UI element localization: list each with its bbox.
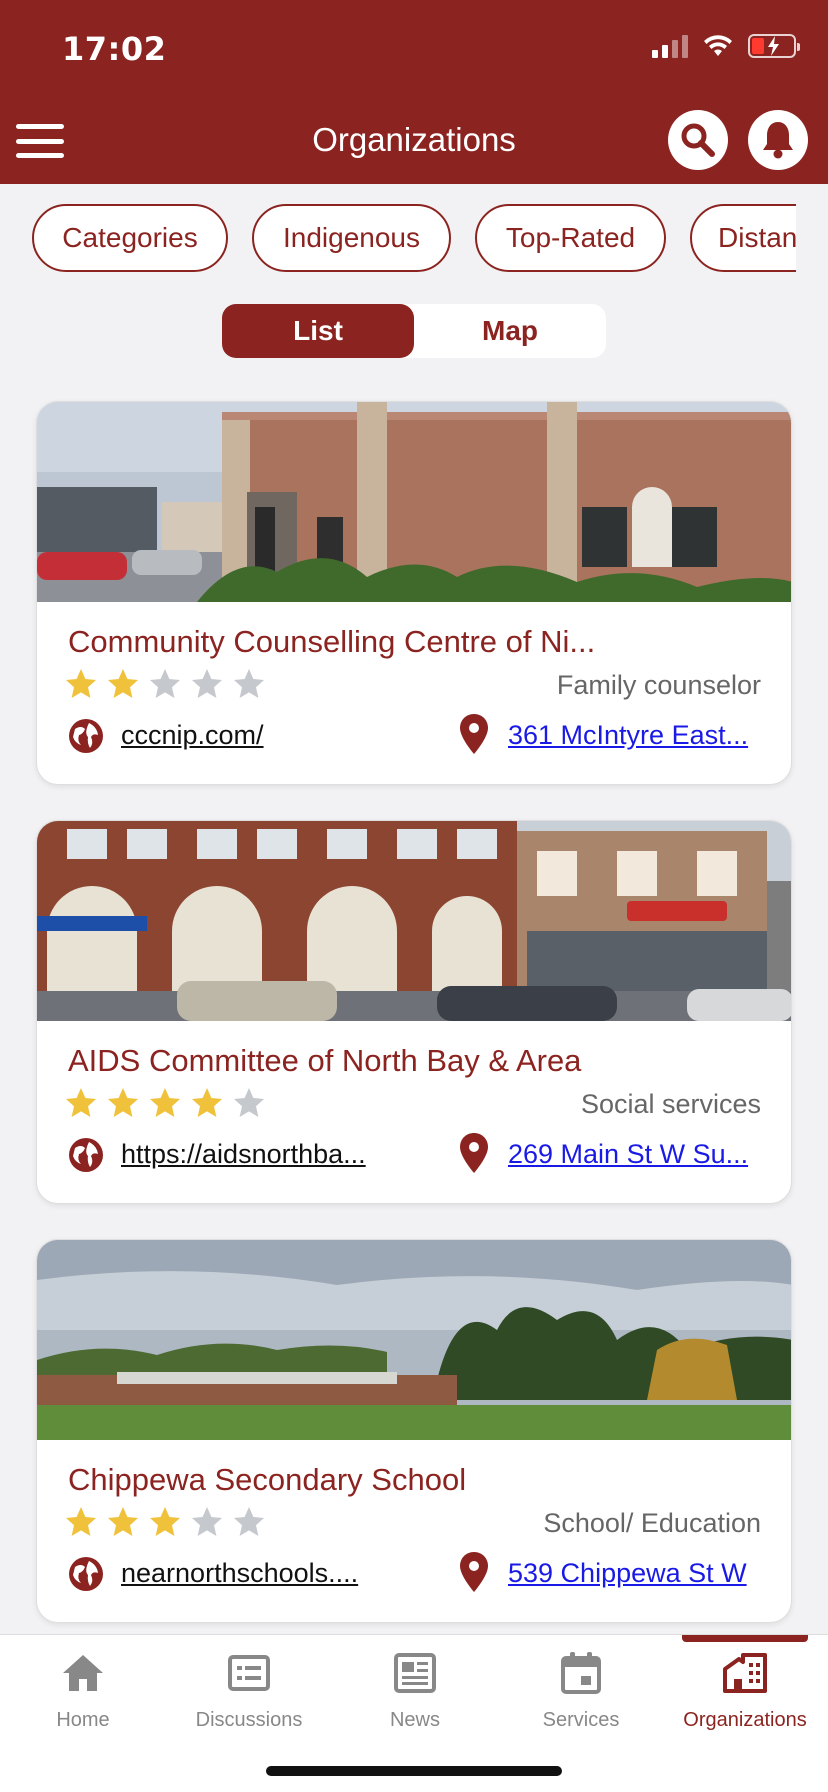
address-link[interactable]: 539 Chippewa St W — [508, 1558, 747, 1589]
home-indicator — [266, 1766, 562, 1776]
tab-label: Home — [56, 1709, 110, 1731]
organization-card[interactable]: Community Counselling Centre of Ni... Fa… — [36, 401, 792, 785]
star-filled-icon — [150, 1088, 180, 1117]
map-view-button[interactable]: Map — [414, 304, 606, 358]
globe-icon — [69, 1138, 103, 1172]
cellular-signal-icon — [652, 34, 688, 58]
location-pin-icon — [460, 1552, 488, 1592]
globe-icon — [69, 719, 103, 753]
website-link[interactable]: https://aidsnorthba... — [121, 1139, 366, 1170]
star-empty-icon — [192, 669, 222, 698]
search-icon — [681, 123, 715, 157]
star-filled-icon — [108, 669, 138, 698]
buildings-icon — [723, 1653, 767, 1693]
location-pin-icon — [460, 1133, 488, 1173]
star-filled-icon — [150, 1507, 180, 1536]
tab-services[interactable]: Services — [498, 1635, 664, 1755]
star-empty-icon — [150, 669, 180, 698]
address-link[interactable]: 269 Main St W Su... — [508, 1139, 748, 1170]
star-filled-icon — [66, 1507, 96, 1536]
organization-photo — [37, 402, 791, 602]
wifi-icon — [704, 35, 732, 56]
filter-chip-categories[interactable]: Categories — [32, 204, 228, 272]
star-empty-icon — [234, 1507, 264, 1536]
star-filled-icon — [108, 1088, 138, 1117]
star-filled-icon — [192, 1088, 222, 1117]
star-empty-icon — [192, 1507, 222, 1536]
organization-photo — [37, 1240, 791, 1440]
star-filled-icon — [66, 1088, 96, 1117]
calendar-icon — [561, 1652, 601, 1694]
rating-stars — [65, 1087, 265, 1119]
location-pin-icon — [460, 714, 488, 754]
star-empty-icon — [234, 1088, 264, 1117]
discussions-icon — [228, 1655, 270, 1691]
organization-name[interactable]: Community Counselling Centre of Ni... — [68, 624, 768, 660]
tab-label: Services — [542, 1709, 620, 1731]
star-filled-icon — [108, 1507, 138, 1536]
organization-category: Social services — [580, 1089, 761, 1119]
tab-label: Discussions — [195, 1709, 303, 1731]
tab-organizations[interactable]: Organizations — [662, 1635, 828, 1755]
rating-stars — [65, 1506, 265, 1538]
tab-discussions[interactable]: Discussions — [166, 1635, 332, 1755]
organization-card[interactable]: Chippewa Secondary School School/ Educat… — [36, 1239, 792, 1623]
filter-chip-indigenous[interactable]: Indigenous — [252, 204, 451, 272]
view-toggle: List Map — [222, 304, 606, 358]
news-icon — [394, 1653, 436, 1693]
app-header: 17:02 Organizations — [0, 0, 828, 184]
status-icons — [652, 34, 800, 58]
organization-category: School/ Education — [543, 1508, 761, 1538]
filter-chip-distance[interactable]: Distan — [690, 204, 796, 272]
globe-icon — [69, 1557, 103, 1591]
filter-chip-top-rated[interactable]: Top-Rated — [475, 204, 666, 272]
organization-card[interactable]: AIDS Committee of North Bay & Area Socia… — [36, 820, 792, 1204]
home-icon — [63, 1655, 103, 1691]
organization-name[interactable]: AIDS Committee of North Bay & Area — [68, 1043, 768, 1079]
bell-icon — [763, 122, 793, 159]
address-link[interactable]: 361 McIntyre East... — [508, 720, 748, 751]
organization-photo — [37, 821, 791, 1021]
status-time: 17:02 — [62, 30, 167, 68]
website-link[interactable]: nearnorthschools.... — [121, 1558, 358, 1589]
search-button[interactable] — [668, 110, 728, 170]
tab-label: Organizations — [683, 1709, 807, 1731]
star-empty-icon — [234, 669, 264, 698]
notifications-button[interactable] — [748, 110, 808, 170]
battery-icon — [748, 34, 800, 58]
list-view-button[interactable]: List — [222, 304, 414, 358]
star-filled-icon — [66, 669, 96, 698]
tab-label: News — [389, 1709, 440, 1731]
website-link[interactable]: cccnip.com/ — [121, 720, 264, 751]
tab-news[interactable]: News — [332, 1635, 498, 1755]
organization-name[interactable]: Chippewa Secondary School — [68, 1462, 768, 1498]
tab-home[interactable]: Home — [0, 1635, 166, 1755]
filter-chips: Categories Indigenous Top-Rated Distan — [0, 204, 796, 274]
organization-category: Family counselor — [556, 670, 761, 700]
rating-stars — [65, 668, 265, 700]
